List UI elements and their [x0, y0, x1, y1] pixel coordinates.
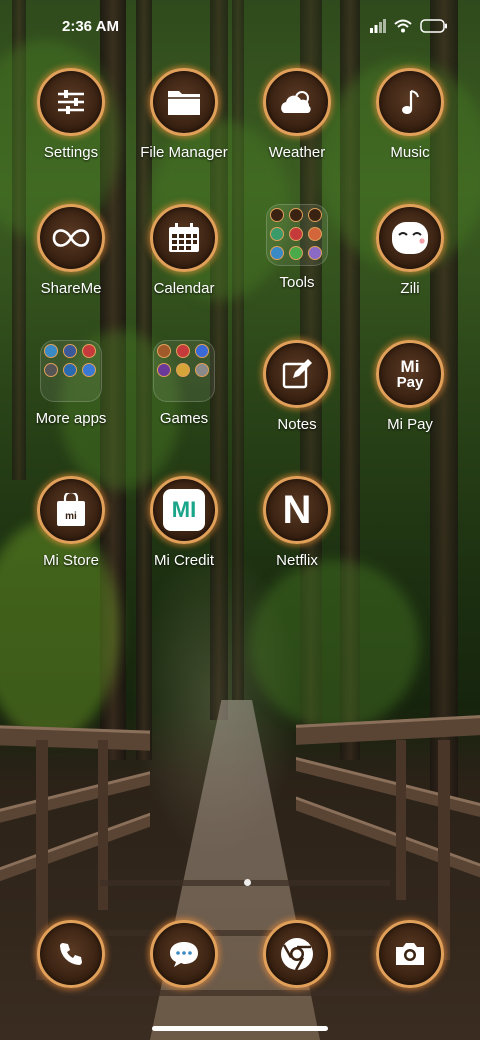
- folder-more-apps[interactable]: More apps: [15, 340, 127, 427]
- chrome-icon: [281, 938, 313, 971]
- mi-pay-icon: Mi Pay: [397, 358, 424, 390]
- camera-icon: [396, 943, 424, 965]
- app-label: File Manager: [140, 144, 228, 161]
- app-file-manager[interactable]: File Manager: [128, 68, 240, 161]
- app-label: Mi Store: [43, 552, 99, 569]
- app-icon: [376, 920, 444, 988]
- app-icon: MI: [150, 476, 218, 544]
- calendar-icon: [169, 223, 199, 252]
- app-icon: mi: [37, 476, 105, 544]
- folder-icon: [168, 91, 200, 115]
- app-label: Notes: [277, 416, 317, 433]
- app-icon: Mi Pay: [376, 340, 444, 408]
- cloud-icon: [281, 91, 311, 113]
- app-label: Mi Credit: [153, 552, 214, 569]
- wifi-icon: [394, 19, 412, 33]
- app-icon: [263, 340, 331, 408]
- dock-phone[interactable]: [15, 920, 127, 988]
- app-label: Zili: [400, 280, 420, 297]
- page-indicator: [244, 879, 251, 886]
- status-time: 2:36 AM: [62, 18, 119, 35]
- mi-pay-glyph-bottom: Pay: [396, 374, 424, 391]
- folder-icon: [153, 340, 215, 402]
- app-icon: [37, 920, 105, 988]
- app-icon: N: [263, 476, 331, 544]
- app-icon: [37, 204, 105, 272]
- app-label: More apps: [35, 410, 107, 427]
- mi-credit-icon: MI: [163, 489, 205, 531]
- music-note-icon: [402, 90, 419, 114]
- folder-icon: [40, 340, 102, 402]
- app-icon: [37, 68, 105, 136]
- app-label: ShareMe: [40, 280, 102, 297]
- app-label: Music: [390, 144, 430, 161]
- app-label: Tools: [279, 274, 315, 291]
- app-label: Games: [159, 410, 209, 427]
- app-settings[interactable]: Settings: [15, 68, 127, 161]
- app-icon: [150, 920, 218, 988]
- mi-store-glyph: mi: [65, 511, 77, 522]
- battery-icon: [420, 19, 447, 33]
- app-icon: [150, 204, 218, 272]
- messages-icon: [170, 942, 198, 967]
- folder-tools[interactable]: Tools: [241, 204, 353, 291]
- app-label: Netflix: [276, 552, 318, 569]
- app-notes[interactable]: Notes: [241, 340, 353, 433]
- folder-games[interactable]: Games: [128, 340, 240, 427]
- app-icon: [150, 68, 218, 136]
- app-zili[interactable]: Zili: [354, 204, 466, 297]
- shopping-bag-icon: mi: [57, 493, 85, 526]
- app-mi-credit[interactable]: MI Mi Credit: [128, 476, 240, 569]
- status-icons: [370, 19, 448, 33]
- app-icon: [376, 204, 444, 272]
- infinity-icon: [52, 229, 90, 247]
- app-shareme[interactable]: ShareMe: [15, 204, 127, 297]
- status-bar: 2:36 AM: [0, 0, 480, 56]
- home-indicator[interactable]: [152, 1026, 328, 1031]
- app-icon: [376, 68, 444, 136]
- app-calendar[interactable]: Calendar: [128, 204, 240, 297]
- edit-note-icon: [282, 359, 312, 389]
- app-netflix[interactable]: N Netflix: [241, 476, 353, 569]
- dock: [0, 920, 480, 992]
- folder-icon: [266, 204, 328, 266]
- mi-pay-glyph-top: Mi: [400, 357, 420, 376]
- sliders-icon: [58, 90, 84, 114]
- dock-chrome[interactable]: [241, 920, 353, 988]
- app-label: Settings: [43, 144, 99, 161]
- app-mi-store[interactable]: mi Mi Store: [15, 476, 127, 569]
- dock-messages[interactable]: [128, 920, 240, 988]
- app-label: Mi Pay: [387, 416, 433, 433]
- app-mi-pay[interactable]: Mi Pay Mi Pay: [354, 340, 466, 433]
- app-weather[interactable]: Weather: [241, 68, 353, 161]
- app-icon: [263, 68, 331, 136]
- mi-credit-glyph: MI: [171, 497, 197, 522]
- app-label: Weather: [268, 144, 326, 161]
- dock-camera[interactable]: [354, 920, 466, 988]
- netflix-icon: N: [282, 487, 312, 532]
- app-icon: [263, 920, 331, 988]
- app-label: Calendar: [153, 280, 215, 297]
- signal-icon: [370, 19, 386, 33]
- face-icon: [392, 222, 428, 254]
- app-music[interactable]: Music: [354, 68, 466, 161]
- phone-icon: [60, 943, 82, 965]
